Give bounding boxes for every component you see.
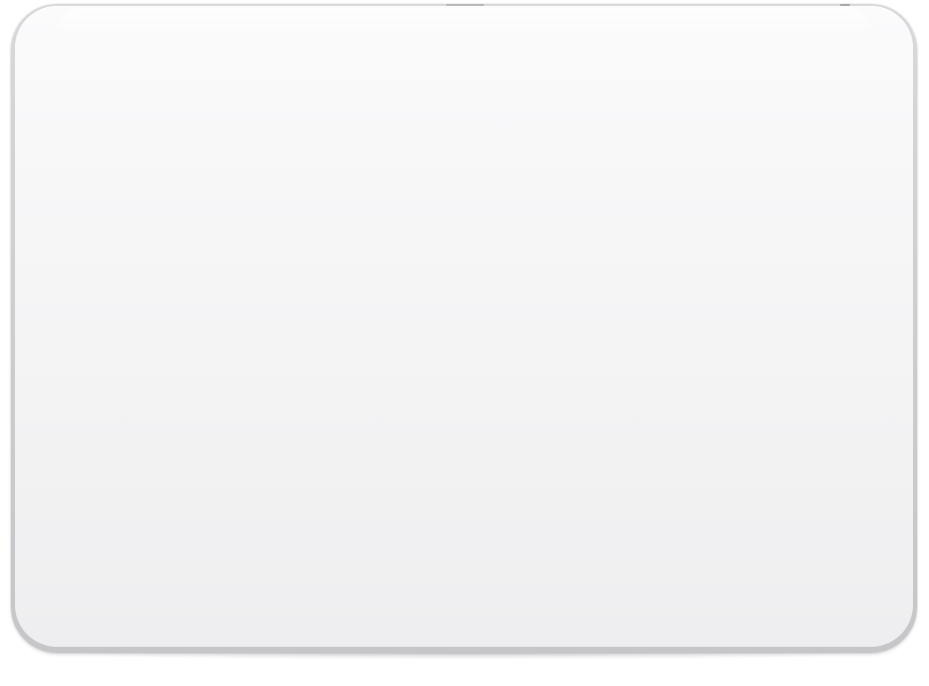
trackpad-surface (15, 6, 913, 647)
product-image-stage (0, 0, 929, 686)
power-indicator (840, 4, 850, 6)
top-edge-sensor (446, 4, 484, 6)
surface-highlight (55, 8, 873, 36)
